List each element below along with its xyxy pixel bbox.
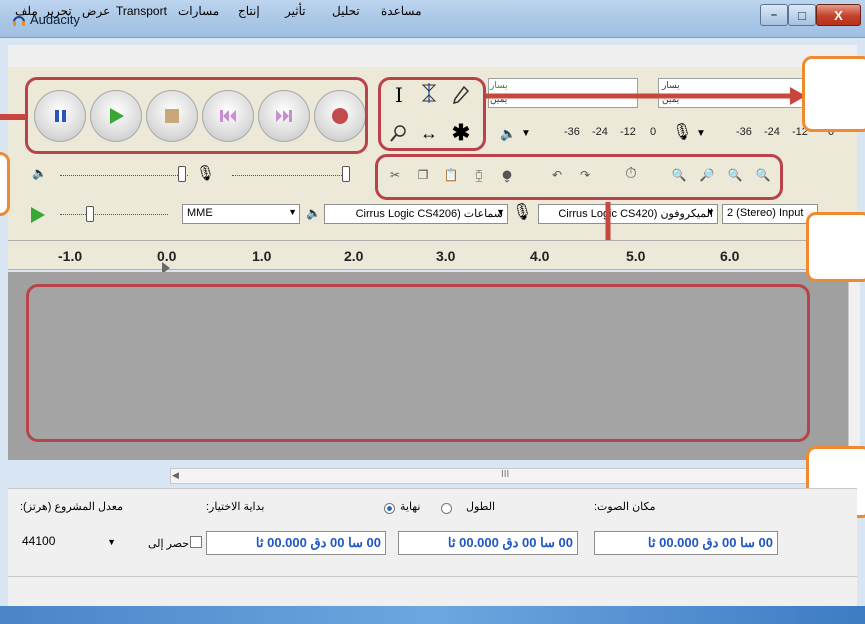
end-radio[interactable] bbox=[384, 503, 395, 514]
maximize-button[interactable]: □ bbox=[788, 4, 816, 26]
host-select[interactable]: MME ▼ bbox=[182, 204, 300, 224]
play-at-speed-button[interactable] bbox=[30, 206, 46, 227]
vertical-scrollbar[interactable] bbox=[848, 272, 860, 460]
snap-to-label: حصر إلى bbox=[148, 538, 190, 550]
scroll-left-arrow-icon[interactable]: ◀ bbox=[172, 470, 179, 481]
menu-analyze[interactable]: تحليل bbox=[332, 4, 360, 18]
input-device-mic-icon: 🎙 bbox=[512, 204, 533, 221]
minimize-button[interactable]: – bbox=[760, 4, 788, 26]
menu-tracks[interactable]: مسارات bbox=[178, 4, 219, 18]
ruler-tick: -1.0 bbox=[58, 248, 83, 264]
ruler-tick: 1.0 bbox=[252, 248, 272, 264]
play-speed-slider[interactable] bbox=[60, 214, 168, 215]
menu-file[interactable]: ملف bbox=[15, 4, 38, 18]
input-volume-thumb[interactable] bbox=[342, 166, 350, 182]
arrow-to-tools-callout bbox=[486, 87, 806, 105]
tools-highlight bbox=[378, 77, 486, 151]
rec-scale-tick: -24 bbox=[764, 126, 780, 138]
audio-position-time[interactable]: 00 سا 00 دق 00.000 ثا bbox=[594, 531, 778, 555]
ruler-tick: 4.0 bbox=[530, 248, 550, 264]
selection-start-time[interactable]: 00 سا 00 دق 00.000 ثا bbox=[206, 531, 386, 555]
output-device-value: سماعات (Cirrus Logic CS4206 bbox=[355, 208, 503, 220]
track-area-highlight bbox=[26, 284, 810, 442]
end-label: نهاية bbox=[400, 501, 421, 513]
output-volume-thumb[interactable] bbox=[178, 166, 186, 182]
minimize-icon: – bbox=[770, 9, 778, 21]
input-volume-slider[interactable] bbox=[232, 175, 350, 176]
arrow-to-transport bbox=[0, 114, 26, 120]
taskbar bbox=[0, 606, 865, 624]
selection-start-label: بداية الاختيار: bbox=[206, 501, 265, 513]
snap-to-checkbox[interactable] bbox=[190, 536, 202, 548]
selection-end-time[interactable]: 00 سا 00 دق 00.000 ثا bbox=[398, 531, 578, 555]
chevron-down-icon: ▼ bbox=[288, 207, 297, 217]
audio-position-label: مكان الصوت: bbox=[594, 501, 656, 513]
callout-tools bbox=[802, 56, 865, 132]
length-label: الطول bbox=[466, 501, 496, 513]
play-scale-tick: -24 bbox=[592, 126, 608, 138]
project-rate-value: 44100 bbox=[22, 534, 56, 548]
output-device-speaker-icon: 🔈 bbox=[306, 206, 321, 220]
input-volume-mic-icon: 🎙 bbox=[196, 165, 216, 182]
menu-view[interactable]: عرض bbox=[82, 4, 110, 18]
status-bar bbox=[8, 576, 857, 608]
play-scale-tick: -36 bbox=[564, 126, 580, 138]
play-speed-thumb[interactable] bbox=[86, 206, 94, 222]
menu-edit[interactable]: تحرير bbox=[44, 4, 72, 18]
ruler-tick: 3.0 bbox=[436, 248, 456, 264]
play-scale-tick: -12 bbox=[620, 126, 636, 138]
transport-highlight bbox=[25, 77, 368, 154]
mic-meter-icon: 🎙 bbox=[672, 124, 693, 141]
ruler-tick: 5.0 bbox=[626, 248, 646, 264]
close-icon: X bbox=[834, 7, 843, 23]
ruler-tick: 6.0 bbox=[720, 248, 740, 264]
callout-edit bbox=[806, 212, 865, 282]
output-volume-slider[interactable] bbox=[60, 175, 188, 176]
output-volume-icon: 🔈 bbox=[32, 166, 47, 180]
menu-effect[interactable]: تأثير bbox=[285, 4, 306, 18]
host-value: MME bbox=[187, 207, 213, 219]
horizontal-scrollbar[interactable]: III bbox=[170, 468, 842, 484]
output-device-select[interactable]: سماعات (Cirrus Logic CS4206 ▼ bbox=[324, 204, 508, 224]
callout-left bbox=[0, 152, 10, 216]
project-rate-label: معدل المشروع (هرتز): bbox=[20, 501, 123, 513]
menu-bar bbox=[8, 45, 857, 67]
project-rate-select[interactable]: 44100 ▼ bbox=[18, 532, 118, 554]
maximize-icon: □ bbox=[798, 7, 806, 23]
menu-generate[interactable]: إنتاج bbox=[238, 4, 260, 18]
play-meter-dropdown-icon[interactable]: ▼ bbox=[521, 128, 531, 139]
ruler-tick: 2.0 bbox=[344, 248, 364, 264]
chevron-down-icon: ▼ bbox=[496, 207, 505, 217]
edit-toolbar-highlight bbox=[375, 154, 783, 200]
rec-meter-dropdown-icon[interactable]: ▼ bbox=[696, 128, 706, 139]
menu-transport[interactable]: Transport bbox=[116, 4, 167, 18]
rec-scale-tick: -36 bbox=[736, 126, 752, 138]
audacity-window: Audacity – □ X ملف تحرير عرض Transport م… bbox=[0, 0, 865, 624]
length-radio[interactable] bbox=[441, 503, 452, 514]
chevron-down-icon: ▼ bbox=[107, 537, 116, 547]
play-at-speed-icon bbox=[31, 207, 45, 223]
speaker-meter-icon: 🔈 bbox=[500, 126, 517, 141]
scrollbar-grip: III bbox=[501, 469, 510, 480]
close-button[interactable]: X bbox=[816, 4, 861, 26]
menu-help[interactable]: مساعدة bbox=[381, 4, 422, 18]
play-scale-tick: 0 bbox=[650, 126, 657, 138]
